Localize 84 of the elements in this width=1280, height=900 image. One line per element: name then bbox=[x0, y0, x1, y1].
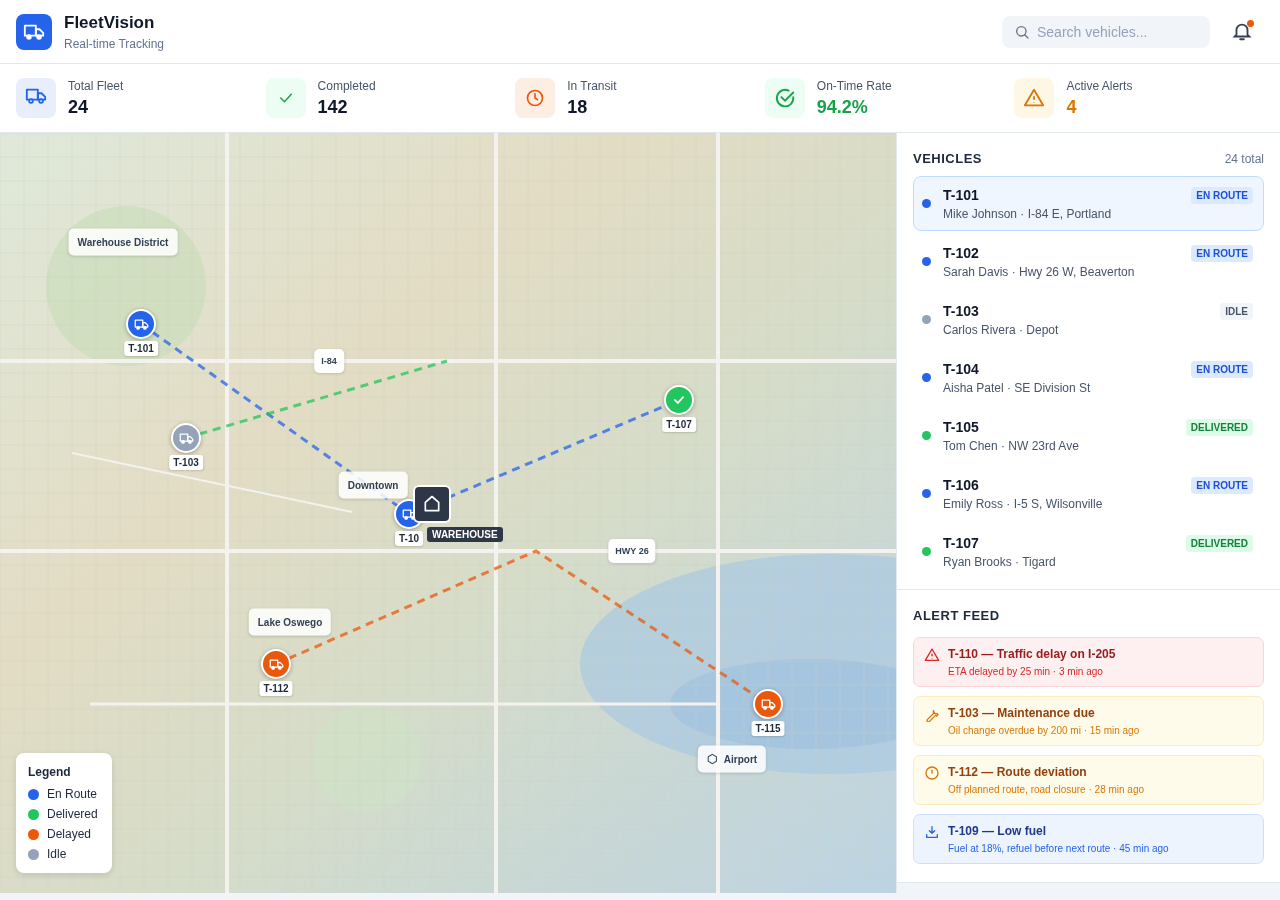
status-badge: IDLE bbox=[1220, 303, 1253, 320]
stat-value: 4 bbox=[1066, 96, 1078, 118]
vehicle-id: T-103 bbox=[943, 303, 980, 319]
hexagon-icon bbox=[706, 753, 718, 765]
alert-detail: Oil change overdue by 200 mi · 15 min ago bbox=[948, 725, 1140, 736]
legend-title: Legend bbox=[28, 765, 72, 779]
alert-card[interactable]: T-112 — Route deviation Off planned route, road closure · 28 min ago bbox=[913, 755, 1264, 805]
logo-icon bbox=[16, 13, 52, 50]
warehouse-marker[interactable] bbox=[413, 485, 451, 523]
stat-value: 142 bbox=[317, 96, 349, 118]
search-field[interactable]: Search vehicles... bbox=[1002, 15, 1210, 48]
stat-value: 24 bbox=[68, 96, 90, 118]
place-name: HWY 26 bbox=[615, 546, 649, 556]
alert-detail: Off planned route, road closure · 28 min ago bbox=[948, 784, 1145, 795]
status-badge: DELIVERED bbox=[1185, 535, 1253, 552]
truck-icon bbox=[178, 430, 194, 446]
marker-label: T-115 bbox=[751, 721, 785, 736]
alert-detail: ETA delayed by 25 min · 3 min ago bbox=[948, 666, 1104, 677]
truck-icon bbox=[268, 656, 284, 672]
warehouse-label: WAREHOUSE bbox=[427, 527, 503, 542]
stat-label: On-Time Rate bbox=[816, 78, 892, 93]
warning-icon bbox=[924, 647, 940, 663]
download-icon bbox=[924, 824, 940, 840]
check-icon bbox=[672, 393, 686, 407]
marker-label: T-101 bbox=[124, 341, 158, 356]
marker-label: T-112 bbox=[259, 681, 293, 696]
vehicle-detail: Aisha Patel · SE Division St bbox=[943, 381, 1092, 395]
vehicle-id: T-104 bbox=[943, 361, 980, 377]
stat-label: Completed bbox=[317, 78, 376, 93]
vehicle-id: T-106 bbox=[943, 477, 980, 493]
status-badge: EN ROUTE bbox=[1191, 477, 1253, 494]
stat-label: Total Fleet bbox=[68, 78, 124, 93]
marker-label: T-10 bbox=[395, 531, 423, 546]
place-name: Warehouse District bbox=[77, 236, 169, 248]
vehicle-detail: Carlos Rivera · Depot bbox=[943, 323, 1060, 337]
vehicle-detail: Sarah Davis · Hwy 26 W, Beaverton bbox=[943, 265, 1136, 279]
place-name: Airport bbox=[723, 753, 758, 765]
alert-card[interactable]: T-103 — Maintenance due Oil change overdue by 200 mi · 15 min ago bbox=[913, 696, 1264, 746]
search-icon bbox=[1014, 23, 1030, 40]
status-badge: EN ROUTE bbox=[1191, 245, 1253, 262]
legend-label: Idle bbox=[47, 847, 67, 861]
legend-label: Delayed bbox=[47, 827, 92, 841]
clock-icon bbox=[924, 765, 940, 781]
warning-icon bbox=[1023, 87, 1046, 109]
check-circle-icon bbox=[773, 87, 796, 109]
vehicle-detail: Tom Chen · NW 23rd Ave bbox=[943, 439, 1080, 453]
vehicle-detail: Ryan Brooks · Tigard bbox=[943, 555, 1057, 569]
alert-title: T-110 — Traffic delay on I-205 bbox=[948, 647, 1116, 661]
place-name: Lake Oswego bbox=[257, 616, 323, 628]
app-title: FleetVision bbox=[64, 12, 156, 33]
app-subtitle: Real-time Tracking bbox=[64, 36, 165, 51]
alert-detail: Fuel at 18%, refuel before next route · 45 min ago bbox=[948, 843, 1169, 854]
vehicle-id: T-107 bbox=[943, 535, 980, 551]
section-title: ALERT FEED bbox=[913, 608, 1001, 623]
vehicle-id: T-101 bbox=[943, 187, 980, 203]
clock-icon bbox=[525, 88, 546, 108]
status-badge: EN ROUTE bbox=[1191, 187, 1253, 204]
stat-label: In Transit bbox=[567, 78, 617, 93]
status-badge: EN ROUTE bbox=[1191, 361, 1253, 378]
alert-card[interactable]: T-109 — Low fuel Fuel at 18%, refuel before next route · 45 min ago bbox=[913, 814, 1264, 864]
marker-label: T-107 bbox=[662, 417, 696, 432]
alert-card[interactable]: T-110 — Traffic delay on I-205 ETA delayed by 25 min · 3 min ago bbox=[913, 637, 1264, 687]
marker-label: T-103 bbox=[169, 455, 203, 470]
vehicle-count: 24 total bbox=[1224, 151, 1264, 166]
vehicle-row[interactable]: T-101 Mike Johnson · I-84 E, Portland EN ROUTE bbox=[913, 176, 1264, 231]
alert-title: T-109 — Low fuel bbox=[948, 824, 1047, 838]
stat-label: Active Alerts bbox=[1066, 78, 1133, 93]
truck-icon bbox=[760, 696, 776, 712]
vehicle-detail: Emily Ross · I-5 S, Wilsonville bbox=[943, 497, 1104, 511]
place-name: I-84 bbox=[321, 356, 337, 366]
vehicle-detail: Mike Johnson · I-84 E, Portland bbox=[943, 207, 1113, 221]
house-icon bbox=[422, 494, 442, 514]
section-title: VEHICLES bbox=[913, 151, 982, 166]
legend-label: Delivered bbox=[47, 807, 98, 821]
vehicle-id: T-105 bbox=[943, 419, 980, 435]
stat-value: 94.2% bbox=[816, 96, 869, 118]
legend-label: En Route bbox=[47, 787, 98, 801]
place-name: Downtown bbox=[347, 479, 399, 491]
alert-title: T-103 — Maintenance due bbox=[948, 706, 1096, 720]
status-badge: DELIVERED bbox=[1185, 419, 1253, 436]
stat-value: 18 bbox=[567, 96, 589, 118]
vehicle-id: T-102 bbox=[943, 245, 980, 261]
truck-icon bbox=[133, 316, 149, 332]
alert-title: T-112 — Route deviation bbox=[948, 765, 1088, 779]
